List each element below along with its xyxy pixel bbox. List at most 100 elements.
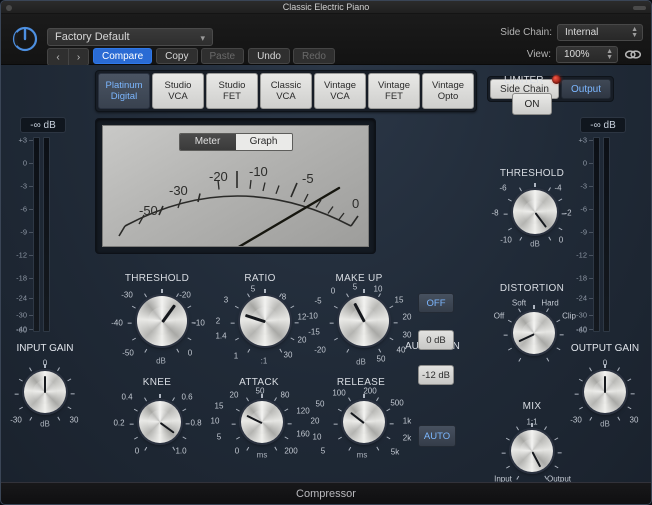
circuit-button-line2: Digital (110, 91, 138, 102)
attack-tick-15: 15 (214, 401, 224, 411)
input-gain-knob[interactable] (24, 371, 66, 413)
stepper-icon[interactable]: ▲ ▼ (631, 26, 638, 39)
tab-output[interactable]: Output (560, 79, 611, 99)
output-meter-bars (593, 137, 610, 332)
knob-tickmark (617, 416, 621, 421)
threshold-knob[interactable] (137, 296, 187, 346)
circuit-button-studio-vca[interactable]: Studio VCA (152, 73, 204, 109)
view-zoom-select[interactable]: 100% ▲ ▼ (556, 46, 618, 63)
knob-tickmark (604, 364, 606, 368)
knee-tick-1.0: 1.0 (175, 446, 187, 456)
meter-tickmark (29, 329, 33, 330)
circuit-button-platinum-digital[interactable]: Platinum Digital (98, 73, 150, 109)
auto-gain-0db-button[interactable]: 0 dB (418, 330, 454, 350)
release-tick-1k: 1k (402, 416, 412, 426)
limiter-tick--4: -4 (554, 183, 562, 193)
circuit-button-classic-vca[interactable]: Classic VCA (260, 73, 312, 109)
ratio-knob[interactable] (240, 296, 290, 346)
knob-tickmark (507, 197, 512, 202)
knob-tickmark (531, 423, 533, 427)
knob-tickmark (534, 183, 536, 187)
knob-tickmark (346, 293, 350, 298)
makeup-tick--10: -10 (306, 311, 318, 321)
knob-tickmark (546, 308, 550, 313)
circuit-type-selector: Platinum Digital Studio VCA Studio FET C… (95, 70, 477, 112)
knob-tickmark (378, 293, 382, 298)
side-chain-select[interactable]: Internal ▲ ▼ (557, 24, 643, 41)
auto-gain-minus12db-button[interactable]: -12 dB (418, 365, 454, 385)
output-scale-+3: +3 (578, 135, 587, 145)
auto-gain-off-button[interactable]: OFF (418, 293, 454, 313)
circuit-button-vintage-opto[interactable]: Vintage Opto (422, 73, 474, 109)
ratio-unit: :1 (260, 356, 268, 366)
attack-tick-20: 20 (229, 390, 239, 400)
knob-tickmark (187, 305, 192, 309)
limiter-threshold-knob[interactable] (513, 190, 557, 234)
preset-dropdown[interactable]: Factory Default ▾ (47, 28, 213, 46)
window-title: Classic Electric Piano (282, 2, 370, 12)
input-gain-tick-30: 30 (69, 415, 79, 425)
prev-preset-button[interactable]: ‹ (48, 49, 68, 65)
paste-button[interactable]: Paste (200, 48, 245, 64)
undo-button[interactable]: Undo (248, 48, 290, 64)
knob-tickmark (503, 213, 508, 215)
knob-tickmark (182, 408, 187, 412)
limiter-threshold-label: THRESHOLD (499, 168, 565, 179)
knob-tickmark (386, 436, 391, 440)
knob-tickmark (187, 337, 192, 341)
circuit-button-vintage-vca[interactable]: Vintage VCA (314, 73, 366, 109)
knee-tick-0.2: 0.2 (113, 418, 125, 428)
redo-button[interactable]: Redo (292, 48, 335, 64)
knob-tickmark (376, 397, 380, 402)
knee-knob[interactable] (139, 401, 181, 443)
knob-tickmark (14, 393, 19, 395)
limiter-threshold-knob-group: THRESHOLD -8 -6 -4 -2 -10 0 dB (490, 168, 574, 252)
copy-button[interactable]: Copy (156, 48, 198, 64)
output-meter-readout: -∞ dB (580, 117, 626, 133)
circuit-button-vintage-fet[interactable]: Vintage FET (368, 73, 420, 109)
attack-knob-group: ATTACK 5 10 15 20 50 80 120 160 200 0 ms (211, 377, 310, 461)
header-right-controls: Side Chain: Internal ▲ ▼ View: 100% ▲ ▼ (500, 24, 643, 68)
window-resize-icon[interactable] (633, 6, 646, 10)
knob-tickmark (578, 406, 583, 410)
release-knob[interactable] (343, 401, 385, 443)
knob-tickmark (246, 446, 250, 451)
circuit-button-line1: Vintage (431, 80, 465, 91)
attack-tick-5: 5 (216, 432, 222, 442)
limiter-on-button[interactable]: ON (512, 93, 552, 115)
ratio-knob-group: RATIO 1.4 2 3 5 8 12 20 30 1 :1 (214, 273, 306, 366)
limiter-tick-0: 0 (558, 235, 564, 245)
attack-tick-0: 0 (234, 446, 240, 456)
makeup-tick-5: 5 (352, 282, 358, 292)
knob-tickmark (159, 394, 161, 398)
knob-tickmark (556, 319, 561, 323)
distortion-knob[interactable] (513, 312, 555, 354)
stepper-icon[interactable]: ▲ ▼ (606, 48, 613, 61)
makeup-knob[interactable] (339, 296, 389, 346)
attack-knob[interactable] (241, 401, 283, 443)
circuit-button-studio-fet[interactable]: Studio FET (206, 73, 258, 109)
power-icon[interactable] (11, 25, 39, 53)
makeup-label: MAKE UP (335, 273, 383, 284)
link-icon[interactable] (623, 46, 643, 63)
knob-tickmark (516, 426, 520, 431)
meter-tickmark (29, 278, 33, 279)
auto-release-button[interactable]: AUTO (418, 425, 456, 447)
output-scale--24: -24 (576, 293, 587, 303)
knob-tickmark (376, 446, 380, 451)
knob-tickmark (235, 305, 240, 309)
ratio-tick-1.4: 1.4 (215, 331, 227, 341)
window-close-icon[interactable] (6, 5, 12, 11)
mix-knob[interactable] (511, 430, 553, 472)
knob-tickmark (348, 446, 352, 451)
knob-tickmark (544, 426, 548, 431)
knob-tickmark (144, 348, 148, 353)
output-gain-knob[interactable] (584, 371, 626, 413)
next-preset-button[interactable]: › (68, 49, 88, 65)
output-meter-bar-left (593, 137, 600, 332)
ratio-tick-30: 30 (283, 350, 293, 360)
circuit-button-line2: VCA (276, 91, 296, 102)
knob-tickmark (18, 406, 23, 410)
makeup-knob-group: MAKE UP -20 -15 -10 -5 0 5 10 15 20 30 4… (306, 273, 411, 367)
compare-button[interactable]: Compare (93, 48, 153, 64)
